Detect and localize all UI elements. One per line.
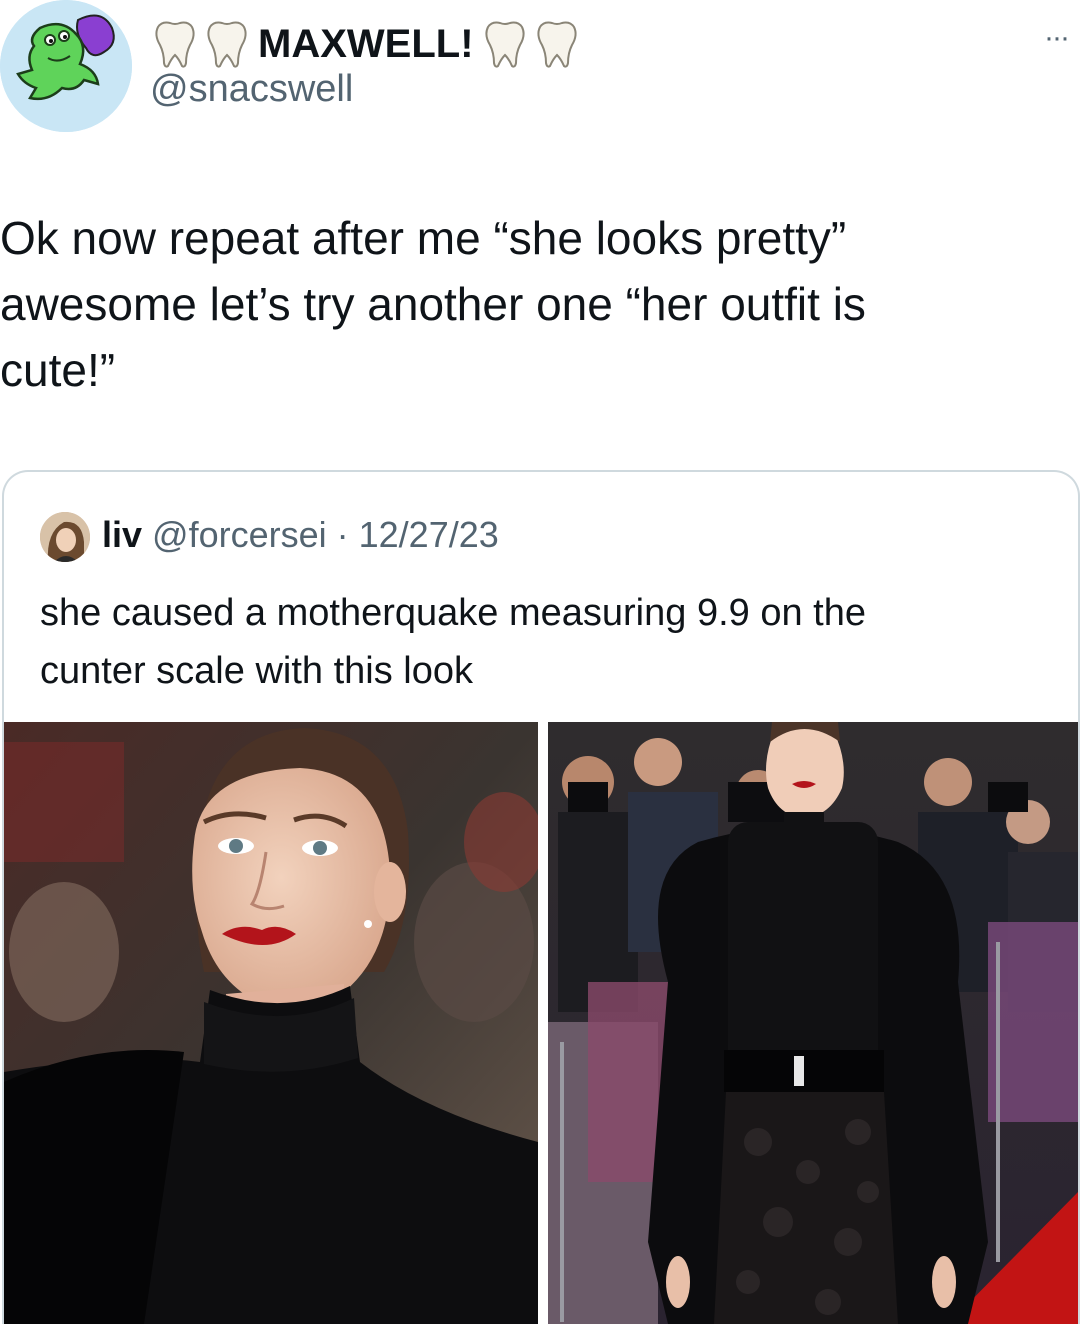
tooth-emoji-icon xyxy=(204,19,250,69)
meta-separator: · xyxy=(336,514,349,555)
author-name-row[interactable]: MAXWELL! xyxy=(152,14,580,74)
quoted-tweet-card[interactable]: liv @forcersei · 12/27/23 she caused a m… xyxy=(2,470,1080,1324)
tooth-emoji-icon xyxy=(152,19,198,69)
red-carpet-photo xyxy=(548,722,1078,1324)
author-display-name[interactable]: MAXWELL! xyxy=(256,22,476,67)
portrait-photo xyxy=(4,722,538,1324)
author-handle[interactable]: @snacswell xyxy=(150,68,353,111)
author-avatar[interactable] xyxy=(0,0,132,132)
quoted-avatar-icon xyxy=(40,512,90,562)
quoted-date[interactable]: 12/27/23 xyxy=(359,514,499,556)
quoted-photo-red-carpet[interactable] xyxy=(548,722,1078,1324)
more-options-icon[interactable]: ··· xyxy=(1036,23,1076,53)
tooth-emoji-icon xyxy=(534,19,580,69)
quoted-author-handle[interactable]: @forcersei xyxy=(152,514,327,556)
quoted-author-name[interactable]: liv xyxy=(102,514,142,556)
tooth-emoji-icon xyxy=(482,19,528,69)
quoted-tweet-text: she caused a motherquake measuring 9.9 o… xyxy=(40,592,866,692)
quoted-author-avatar[interactable] xyxy=(40,512,90,562)
green-frog-avatar-icon xyxy=(0,0,132,132)
tweet-text: Ok now repeat after me “she looks pretty… xyxy=(0,212,866,396)
quoted-meta: liv @forcersei · 12/27/23 xyxy=(102,514,499,556)
quoted-photo-portrait[interactable] xyxy=(4,722,538,1324)
